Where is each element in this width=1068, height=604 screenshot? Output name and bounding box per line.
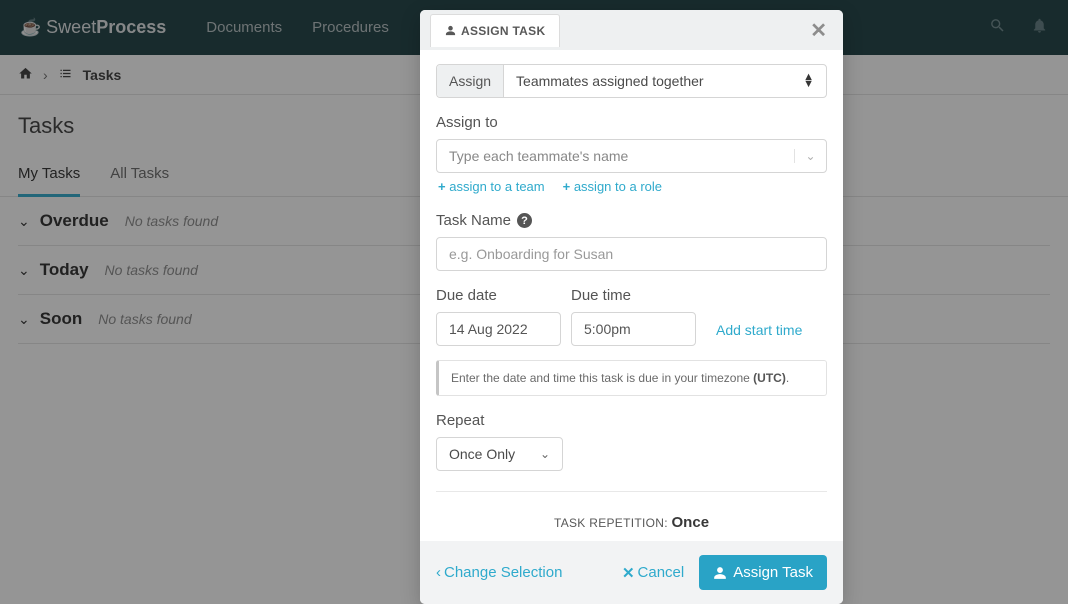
- modal-tab-assign-task[interactable]: ASSIGN TASK: [430, 14, 560, 47]
- chevron-down-icon: ⌄: [794, 149, 826, 163]
- task-repetition-summary: TASK REPETITION: Once: [436, 492, 827, 541]
- person-icon: [445, 25, 456, 36]
- assign-to-placeholder: Type each teammate's name: [437, 148, 794, 164]
- due-date-input[interactable]: [436, 312, 561, 346]
- help-icon[interactable]: ?: [517, 213, 532, 228]
- assign-to-input[interactable]: Type each teammate's name ⌄: [436, 139, 827, 173]
- assign-task-button[interactable]: Assign Task: [699, 555, 827, 590]
- assign-shortcuts: + assign to a team + assign to a role: [436, 173, 827, 212]
- sort-icon: ▲▼: [803, 74, 814, 88]
- assign-to-team-link[interactable]: + assign to a team: [438, 179, 545, 194]
- person-icon: [713, 566, 727, 580]
- repeat-value: Once Only: [449, 446, 515, 462]
- repeat-select[interactable]: Once Only ⌄: [436, 437, 563, 471]
- chevron-left-icon: ‹: [436, 564, 441, 581]
- task-name-input[interactable]: [436, 237, 827, 271]
- task-name-label: Task Name ?: [436, 212, 827, 229]
- assign-mode-label: Assign: [437, 65, 504, 97]
- modal-tab-label: ASSIGN TASK: [461, 24, 545, 38]
- modal-header: ASSIGN TASK ✕: [420, 10, 843, 50]
- assign-to-role-link[interactable]: + assign to a role: [563, 179, 662, 194]
- due-time-input[interactable]: [571, 312, 696, 346]
- close-icon: ✕: [622, 564, 635, 582]
- assign-to-label: Assign to: [436, 114, 827, 131]
- chevron-down-icon: ⌄: [540, 447, 550, 461]
- due-date-label: Due date: [436, 287, 561, 304]
- close-icon[interactable]: ✕: [804, 18, 833, 43]
- assign-mode-select[interactable]: Assign Teammates assigned together ▲▼: [436, 64, 827, 98]
- assign-task-modal: ASSIGN TASK ✕ Assign Teammates assigned …: [420, 10, 843, 604]
- timezone-note: Enter the date and time this task is due…: [436, 360, 827, 396]
- repeat-label: Repeat: [436, 412, 827, 429]
- cancel-button[interactable]: ✕ Cancel: [622, 564, 684, 582]
- modal-footer: ‹ Change Selection ✕ Cancel Assign Task: [420, 541, 843, 604]
- change-selection-button[interactable]: ‹ Change Selection: [436, 564, 562, 581]
- assign-mode-value: Teammates assigned together: [516, 73, 704, 89]
- add-start-time-link[interactable]: Add start time: [716, 322, 802, 338]
- modal-body: Assign Teammates assigned together ▲▼ As…: [420, 50, 843, 541]
- due-time-label: Due time: [571, 287, 696, 304]
- due-row: Due date Due time Add start time: [436, 287, 827, 346]
